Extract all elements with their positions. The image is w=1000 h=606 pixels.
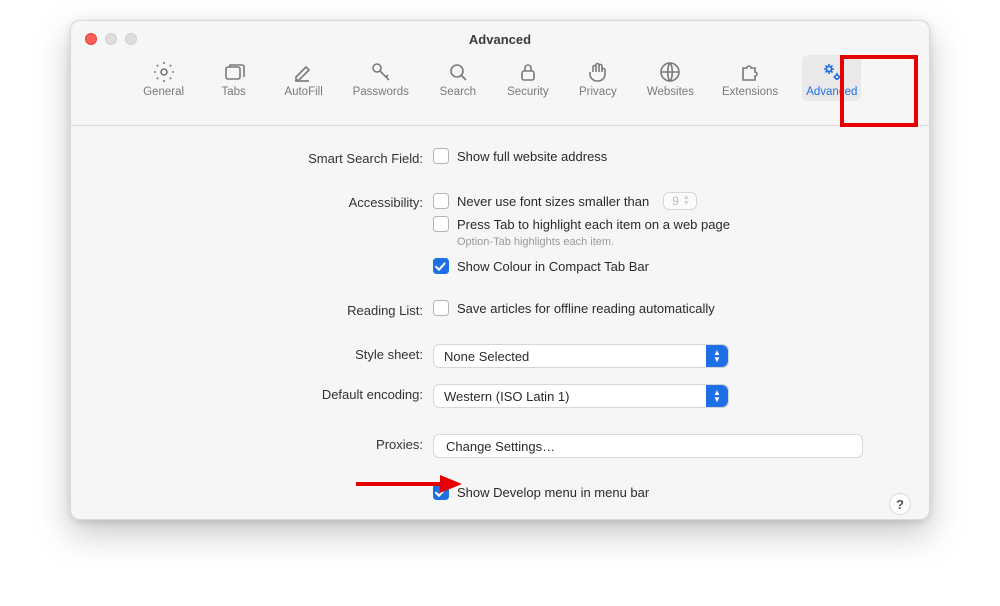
traffic-lights [85,33,137,45]
preferences-window: Advanced General Tabs AutoFill [70,20,930,520]
style-sheet-select[interactable]: None Selected ▲▼ [433,344,729,368]
press-tab-checkbox[interactable] [433,216,449,232]
show-develop-label: Show Develop menu in menu bar [457,485,649,500]
tab-advanced[interactable]: Advanced [802,55,861,101]
never-smaller-checkbox[interactable] [433,193,449,209]
tab-label: Websites [647,86,694,98]
show-full-address-checkbox-row: Show full website address [433,148,863,164]
tab-label: Security [507,86,549,98]
tab-label: Privacy [579,86,617,98]
tab-label: Search [440,86,476,98]
show-colour-label: Show Colour in Compact Tab Bar [457,259,649,274]
tab-label: General [143,86,184,98]
tab-general[interactable]: General [139,55,189,101]
font-size-stepper[interactable]: 9 ▲▼ [663,192,697,210]
key-icon [369,60,393,84]
hand-icon [586,60,610,84]
save-offline-checkbox[interactable] [433,300,449,316]
stepper-arrows-icon: ▲▼ [683,195,690,207]
tab-passwords[interactable]: Passwords [349,55,413,101]
save-offline-label: Save articles for offline reading automa… [457,301,715,316]
window-title: Advanced [71,21,929,55]
tab-label: Tabs [221,86,245,98]
tab-label: Advanced [806,86,857,98]
gears-icon [820,60,844,84]
smart-search-label: Smart Search Field: [103,148,423,166]
tab-label: Passwords [353,86,409,98]
show-colour-checkbox[interactable] [433,258,449,274]
globe-icon [658,60,682,84]
tab-search[interactable]: Search [433,55,483,101]
tab-security[interactable]: Security [503,55,553,101]
default-encoding-value: Western (ISO Latin 1) [444,389,569,404]
minimize-window-button[interactable] [105,33,117,45]
change-settings-label: Change Settings… [446,439,555,454]
gear-icon [152,60,176,84]
titlebar: Advanced General Tabs AutoFill [71,21,929,126]
option-tab-hint: Option-Tab highlights each item. [433,236,863,248]
tab-label: AutoFill [284,86,322,98]
tabs-icon [222,60,246,84]
develop-label [103,484,423,487]
default-encoding-select[interactable]: Western (ISO Latin 1) ▲▼ [433,384,729,408]
preferences-toolbar: General Tabs AutoFill Passwords [71,55,929,125]
reading-list-label: Reading List: [103,300,423,318]
close-window-button[interactable] [85,33,97,45]
proxies-label: Proxies: [103,434,423,452]
style-sheet-value: None Selected [444,349,529,364]
zoom-window-button[interactable] [125,33,137,45]
press-tab-label: Press Tab to highlight each item on a we… [457,217,730,232]
show-develop-checkbox[interactable] [433,484,449,500]
search-icon [446,60,470,84]
chevron-updown-icon: ▲▼ [706,385,728,407]
font-size-value: 9 [672,194,679,208]
help-label: ? [896,497,904,512]
tab-extensions[interactable]: Extensions [718,55,782,101]
change-settings-button[interactable]: Change Settings… [433,434,863,458]
tab-label: Extensions [722,86,778,98]
default-encoding-label: Default encoding: [103,384,423,402]
tab-autofill[interactable]: AutoFill [279,55,329,101]
puzzle-icon [738,60,762,84]
style-sheet-label: Style sheet: [103,344,423,362]
help-button[interactable]: ? [889,493,911,515]
tab-tabs[interactable]: Tabs [209,55,259,101]
chevron-updown-icon: ▲▼ [706,345,728,367]
never-smaller-label: Never use font sizes smaller than [457,194,649,209]
tab-privacy[interactable]: Privacy [573,55,623,101]
accessibility-label: Accessibility: [103,192,423,210]
pencil-icon [292,60,316,84]
show-full-address-checkbox[interactable] [433,148,449,164]
lock-icon [516,60,540,84]
tab-websites[interactable]: Websites [643,55,698,101]
show-full-address-label: Show full website address [457,149,607,164]
advanced-content: Smart Search Field: Show full website ad… [71,126,929,531]
